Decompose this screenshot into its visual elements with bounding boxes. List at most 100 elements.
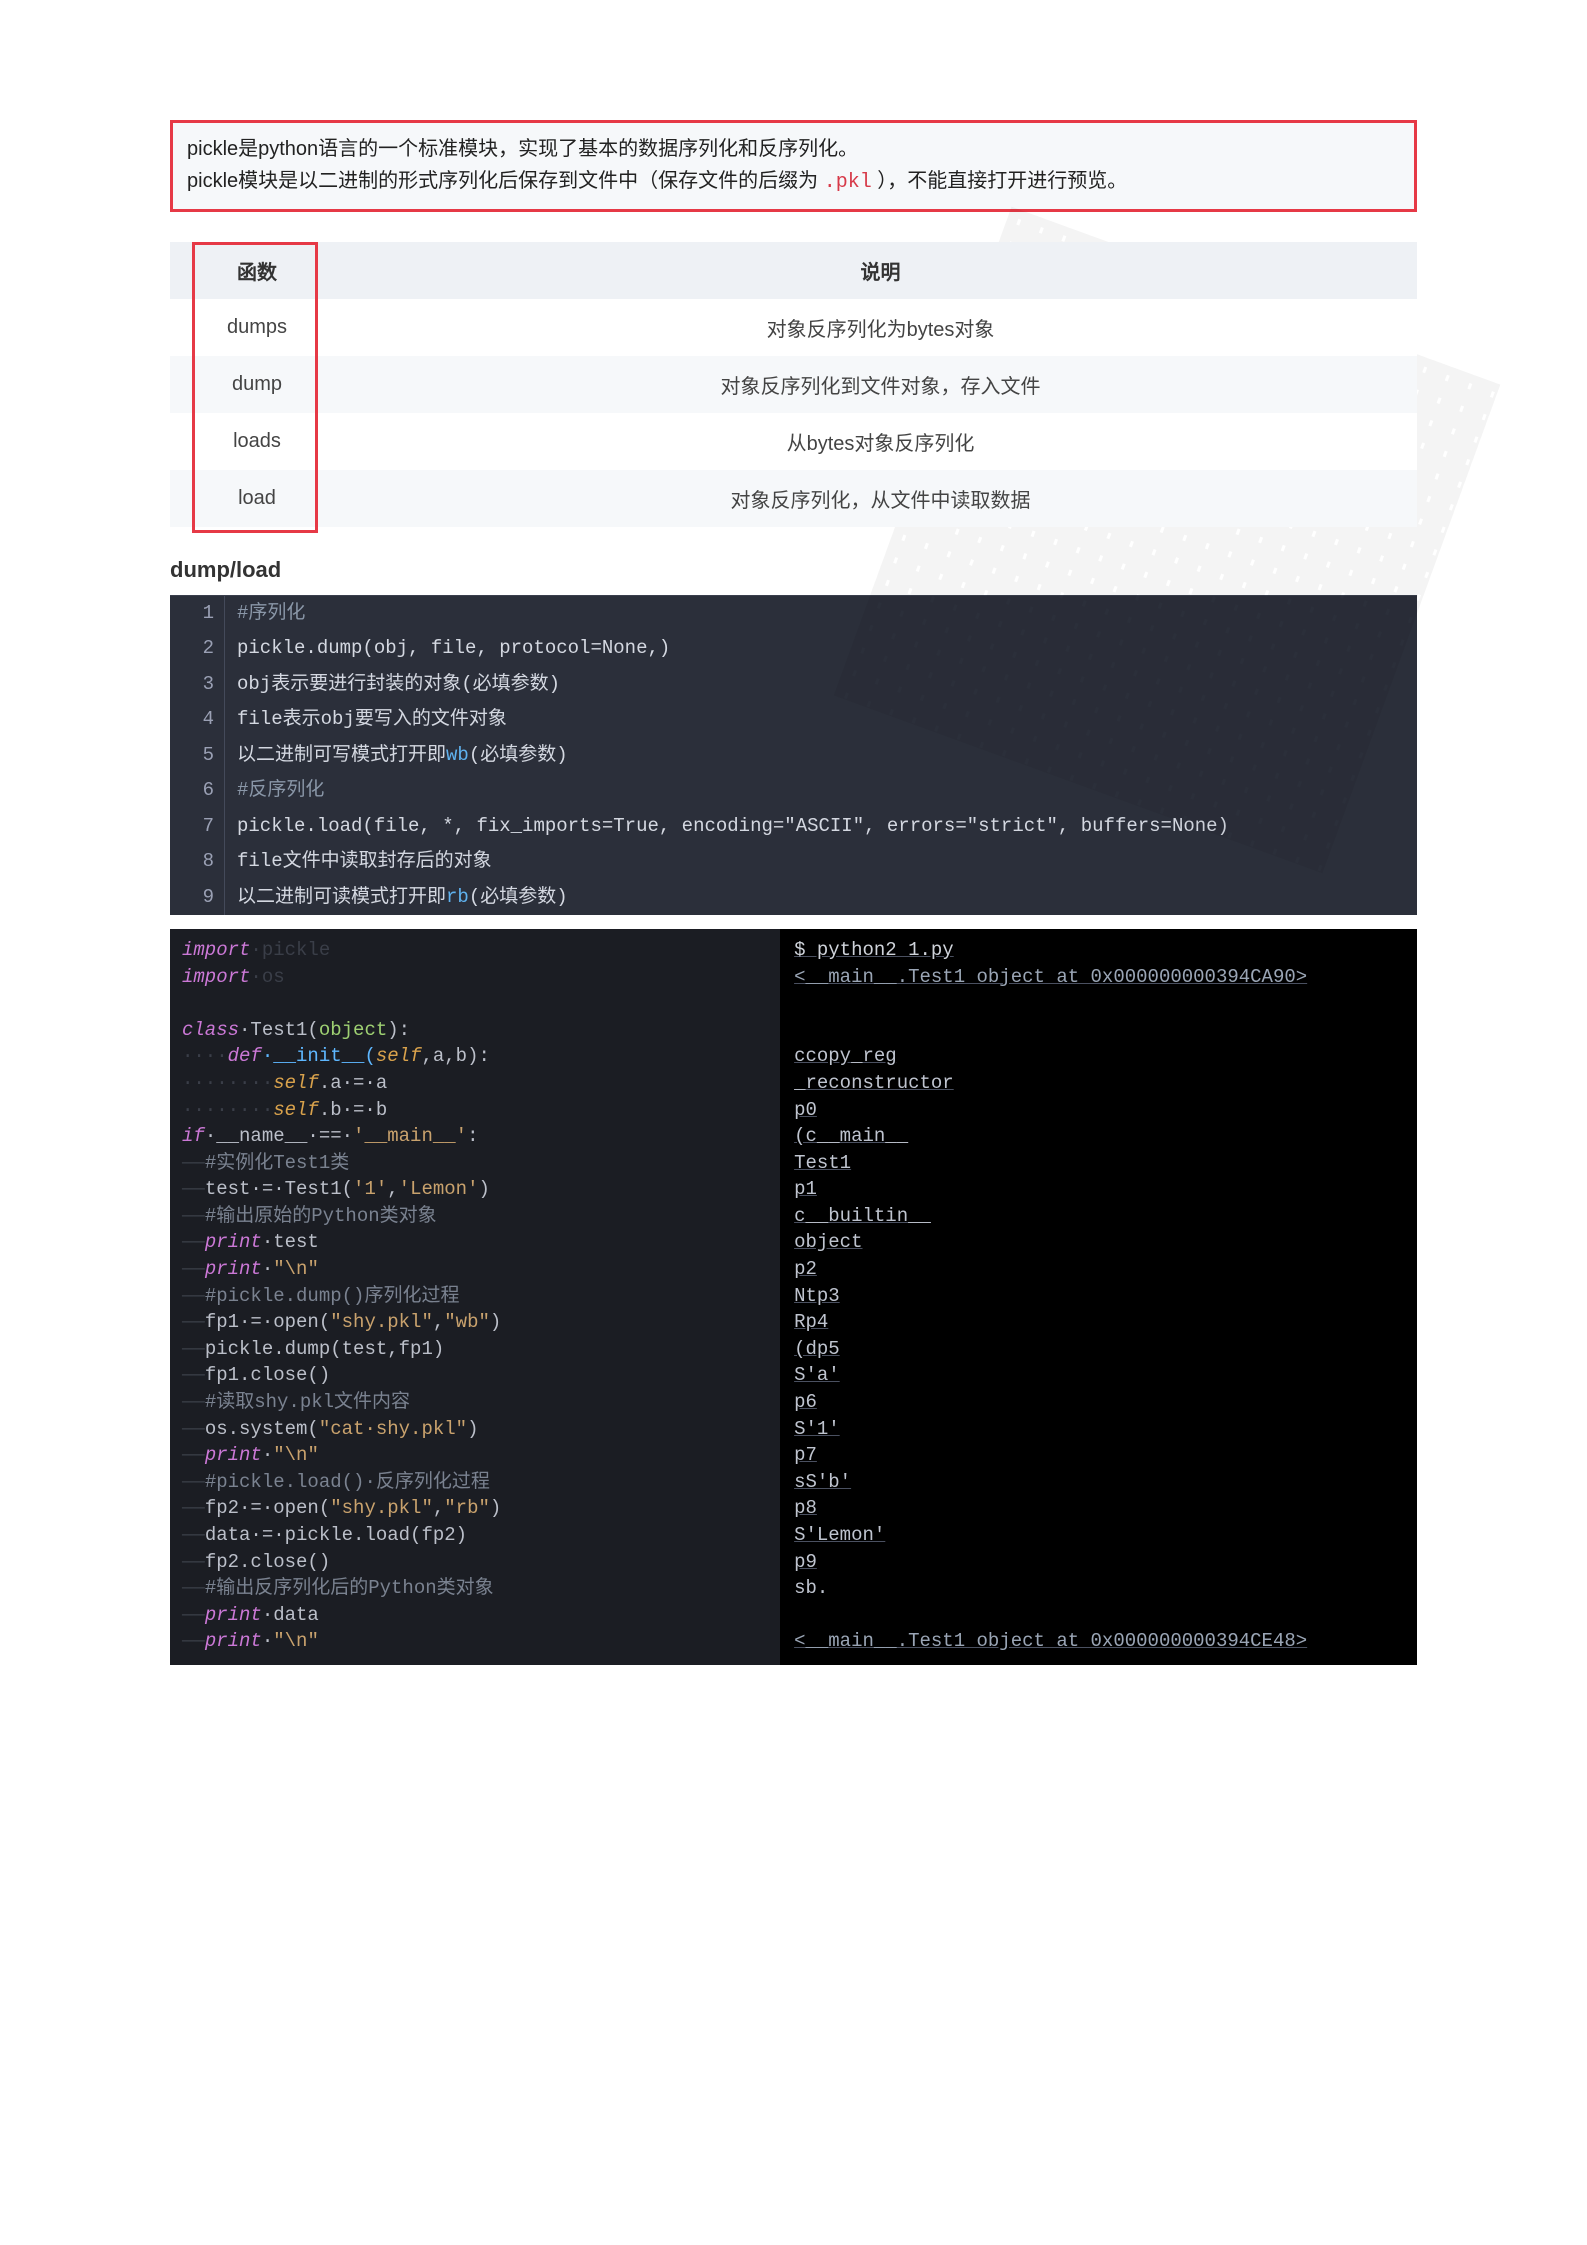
txt: ·os: [250, 966, 284, 988]
txt: fp2.close(): [205, 1551, 330, 1573]
dash: ——: [182, 1630, 205, 1652]
kw: print: [205, 1231, 262, 1253]
cls: object: [319, 1019, 387, 1041]
table-row: dumps 对象反序列化为bytes对象: [170, 299, 1417, 356]
str: "\n": [273, 1258, 319, 1280]
indent: ····: [182, 1045, 228, 1067]
str: "\n": [273, 1444, 319, 1466]
term-line: p2: [794, 1258, 817, 1280]
indent: ········: [182, 1099, 273, 1121]
dash: ——: [182, 1205, 205, 1227]
table-row: loads 从bytes对象反序列化: [170, 413, 1417, 470]
cell-fn: dump: [170, 356, 344, 413]
table-row: load 对象反序列化，从文件中读取数据: [170, 470, 1417, 527]
function-table-wrap: 函数 说明 dumps 对象反序列化为bytes对象 dump 对象反序列化到文…: [170, 242, 1417, 527]
kw: import: [182, 939, 250, 961]
code-line: file表示obj要写入的文件对象: [225, 702, 519, 737]
txt: .a·=·a: [319, 1072, 387, 1094]
txt: :: [467, 1125, 478, 1147]
term-line: _reconstructor: [794, 1072, 954, 1094]
str: '1': [353, 1178, 387, 1200]
cell-desc: 对象反序列化，从文件中读取数据: [344, 470, 1417, 527]
term-line: S'1': [794, 1418, 840, 1440]
term-line: p9: [794, 1551, 817, 1573]
callout-line2: pickle模块是以二进制的形式序列化后保存到文件中（保存文件的后缀为 .pkl…: [187, 165, 1400, 199]
term-line: <__main__.Test1 object at 0x000000000394…: [794, 966, 1307, 988]
str: "wb": [444, 1311, 490, 1333]
kw: if: [182, 1125, 205, 1147]
code-text: 以二进制可读模式打开即: [237, 886, 446, 908]
callout-box: pickle是python语言的一个标准模块，实现了基本的数据序列化和反序列化。…: [170, 120, 1417, 212]
cmt: #读取shy.pkl文件内容: [205, 1391, 410, 1413]
editor-pane: import·pickle import·os class·Test1(obje…: [170, 929, 780, 1665]
txt: fp1·=·open(: [205, 1311, 330, 1333]
kw: def: [228, 1045, 262, 1067]
dash: ——: [182, 1152, 205, 1174]
line-number: 4: [170, 702, 225, 737]
str: "shy.pkl": [330, 1497, 433, 1519]
txt: ,: [433, 1497, 444, 1519]
table-row: dump 对象反序列化到文件对象，存入文件: [170, 356, 1417, 413]
cmt: #实例化Test1类: [205, 1152, 349, 1174]
dash: ——: [182, 1497, 205, 1519]
txt: ): [467, 1418, 478, 1440]
str: "shy.pkl": [330, 1311, 433, 1333]
th-description: 说明: [344, 242, 1417, 299]
kw: import: [182, 966, 250, 988]
indent: ········: [182, 1072, 273, 1094]
txt: ·: [262, 1258, 273, 1280]
str: "rb": [444, 1497, 490, 1519]
term-line: (c__main__: [794, 1125, 908, 1147]
line-number: 8: [170, 844, 225, 879]
code-highlight: wb: [446, 744, 469, 766]
txt: ,: [387, 1178, 398, 1200]
cell-fn: loads: [170, 413, 344, 470]
cell-fn: dumps: [170, 299, 344, 356]
dash: ——: [182, 1231, 205, 1253]
str: "cat·shy.pkl": [319, 1418, 467, 1440]
cell-fn: load: [170, 470, 344, 527]
term-line: S'Lemon': [794, 1524, 885, 1546]
cmt: #输出反序列化后的Python类对象: [205, 1577, 494, 1599]
txt: ): [490, 1311, 501, 1333]
line-number: 1: [170, 596, 225, 631]
txt: data·=·pickle.load(fp2): [205, 1524, 467, 1546]
dash: ——: [182, 1258, 205, 1280]
code-line: pickle.load(file, *, fix_imports=True, e…: [225, 809, 1241, 844]
dash: ——: [182, 1285, 205, 1307]
cmt: #pickle.dump()序列化过程: [205, 1285, 460, 1307]
str: 'Lemon': [399, 1178, 479, 1200]
txt: ): [479, 1178, 490, 1200]
cmt: #输出原始的Python类对象: [205, 1205, 437, 1227]
split-screenshot: import·pickle import·os class·Test1(obje…: [170, 929, 1417, 1665]
cell-desc: 对象反序列化为bytes对象: [344, 299, 1417, 356]
term-line: p7: [794, 1444, 817, 1466]
term-line: Rp4: [794, 1311, 828, 1333]
line-number: 2: [170, 631, 225, 666]
dash: ——: [182, 1604, 205, 1626]
kw: print: [205, 1258, 262, 1280]
code-highlight: rb: [446, 886, 469, 908]
line-number: 9: [170, 880, 225, 915]
term-line: Ntp3: [794, 1285, 840, 1307]
code-text: (必填参数): [469, 744, 568, 766]
code-line: obj表示要进行封装的对象(必填参数): [225, 667, 572, 702]
dash: ——: [182, 1524, 205, 1546]
term-line: ccopy_reg: [794, 1045, 897, 1067]
th-function: 函数: [170, 242, 344, 299]
code-line: pickle.dump(obj, file, protocol=None,): [225, 631, 682, 666]
dash: ——: [182, 1364, 205, 1386]
self: self: [273, 1072, 319, 1094]
txt: ·Test1(: [239, 1019, 319, 1041]
kw: print: [205, 1630, 262, 1652]
txt: pickle.dump(test,fp1): [205, 1338, 444, 1360]
dash: ——: [182, 1391, 205, 1413]
term-line: sS'b': [794, 1471, 851, 1493]
code-text: (必填参数): [469, 886, 568, 908]
kw: print: [205, 1444, 262, 1466]
term-line: (dp5: [794, 1338, 840, 1360]
line-number: 6: [170, 773, 225, 808]
code-comment: #序列化: [237, 602, 305, 624]
code-comment: #反序列化: [237, 779, 324, 801]
dash: ——: [182, 1444, 205, 1466]
